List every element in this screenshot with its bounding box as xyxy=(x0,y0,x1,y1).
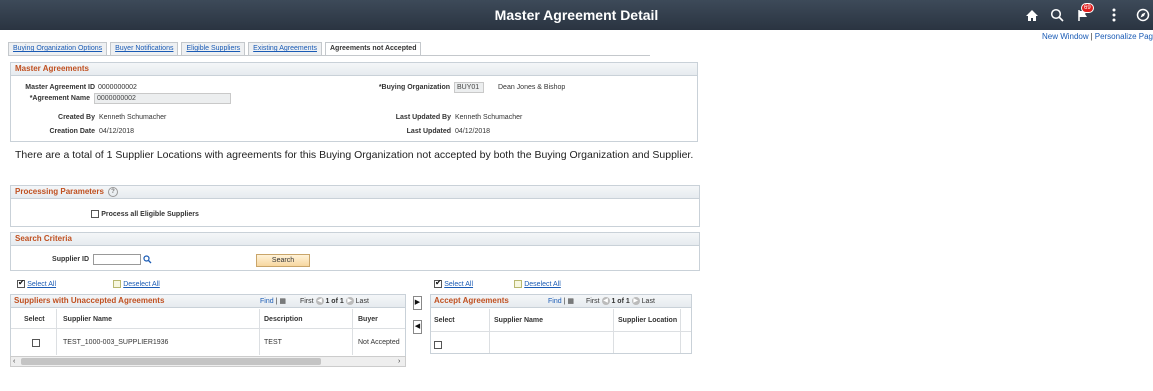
new-window-link[interactable]: New Window xyxy=(1042,32,1089,41)
select-all-checkbox-right[interactable] xyxy=(434,278,442,288)
left-first-label[interactable]: First xyxy=(300,298,314,305)
left-header-divider xyxy=(11,328,405,329)
right-grid-title: Accept Agreements xyxy=(434,296,509,305)
process-all-checkbox[interactable] xyxy=(91,209,99,218)
last-updated-by-value: Kenneth Schumacher xyxy=(455,114,523,121)
left-col-description: Description xyxy=(264,316,303,323)
master-agreements-header: Master Agreements xyxy=(10,62,698,76)
right-view-all-icon[interactable]: ▦ xyxy=(567,298,574,305)
process-all-label: Process all Eligible Suppliers xyxy=(101,211,199,218)
right-find-separator: | xyxy=(563,298,566,305)
supplier-id-input[interactable] xyxy=(93,254,141,265)
left-col-supplier-name: Supplier Name xyxy=(63,316,113,323)
left-last-label[interactable]: Last xyxy=(356,298,369,305)
left-row-buyer: Not Accepted xyxy=(358,339,400,346)
created-by-label: Created By xyxy=(58,114,95,121)
left-col-divider-2 xyxy=(259,309,260,355)
select-all-checkbox-left[interactable] xyxy=(17,278,25,288)
buying-org-name: Dean Jones & Bishop xyxy=(498,84,566,91)
deselect-all-link-left[interactable]: Deselect All xyxy=(123,281,160,288)
page-links: New Window | Personalize Pag xyxy=(1042,32,1153,41)
deselect-all-link-right[interactable]: Deselect All xyxy=(524,281,561,288)
left-row-select-checkbox[interactable] xyxy=(32,338,40,347)
navbar-compass-icon[interactable] xyxy=(1133,6,1153,24)
info-message: There are a total of 1 Supplier Location… xyxy=(15,149,694,161)
move-right-arrow-icon[interactable]: ▶ xyxy=(413,296,422,310)
creation-date-value: 04/12/2018 xyxy=(99,128,135,135)
right-grid-navigation: Find | ▦ First ◀ 1 of 1 ▶ Last xyxy=(548,297,655,306)
right-first-label[interactable]: First xyxy=(586,298,600,305)
right-col-supplier-location: Supplier Location xyxy=(618,317,678,324)
left-select-all[interactable]: Select All xyxy=(17,278,56,288)
search-icon[interactable] xyxy=(1047,6,1067,24)
more-vertical-icon[interactable] xyxy=(1104,6,1124,24)
buying-org-code-field[interactable]: BUY01 xyxy=(454,82,484,93)
left-col-buyer: Buyer xyxy=(358,316,378,323)
right-last-label[interactable]: Last xyxy=(642,298,655,305)
deselect-all-checkbox-right[interactable] xyxy=(514,279,522,288)
right-row-select-checkbox[interactable] xyxy=(434,340,442,349)
tab-divider xyxy=(8,55,650,56)
page-title: Master Agreement Detail xyxy=(494,7,659,23)
right-deselect-all[interactable]: Deselect All xyxy=(514,279,561,288)
notification-count-badge: 69 xyxy=(1081,3,1094,13)
left-prev-icon[interactable]: ◀ xyxy=(315,297,324,306)
personalize-page-link[interactable]: Personalize Pag xyxy=(1095,32,1153,41)
right-find-link[interactable]: Find xyxy=(548,298,562,305)
tab-eligible-suppliers[interactable]: Eligible Suppliers xyxy=(181,42,246,55)
search-button[interactable]: Search xyxy=(256,254,310,267)
left-col-divider-1 xyxy=(56,309,57,355)
right-next-icon[interactable]: ▶ xyxy=(631,297,640,306)
right-col-select: Select xyxy=(434,317,455,324)
left-row-description: TEST xyxy=(264,339,282,346)
left-range: 1 of 1 xyxy=(325,298,344,305)
left-row-supplier-name: TEST_1000-003_SUPPLIER1936 xyxy=(63,339,169,346)
deselect-all-checkbox-left[interactable] xyxy=(113,279,121,288)
left-find-link[interactable]: Find xyxy=(260,298,274,305)
left-view-all-icon[interactable]: ▦ xyxy=(279,298,286,305)
scroll-right-icon[interactable]: › xyxy=(398,358,400,365)
supplier-id-label: Supplier ID xyxy=(52,256,89,263)
agreement-id-label: Master Agreement ID xyxy=(25,84,95,91)
select-all-link-left[interactable]: Select All xyxy=(27,281,56,288)
last-updated-label: Last Updated xyxy=(406,128,451,135)
right-select-all[interactable]: Select All xyxy=(434,278,473,288)
tab-buyer-notifications[interactable]: Buyer Notifications xyxy=(110,42,179,55)
agreement-name-label: *Agreement Name xyxy=(29,95,90,102)
left-grid-title: Suppliers with Unaccepted Agreements xyxy=(14,296,165,305)
tab-existing-agreements[interactable]: Existing Agreements xyxy=(248,42,322,55)
left-next-icon[interactable]: ▶ xyxy=(345,297,354,306)
agreement-name-field[interactable]: 0000000002 xyxy=(94,93,231,104)
last-updated-value: 04/12/2018 xyxy=(455,128,491,135)
processing-parameters-header: Processing Parameters? xyxy=(10,185,700,199)
right-col-supplier-name: Supplier Name xyxy=(494,317,544,324)
select-all-link-right[interactable]: Select All xyxy=(444,281,473,288)
scrollbar-thumb[interactable] xyxy=(21,358,321,365)
home-icon[interactable] xyxy=(1022,6,1042,24)
lookup-search-icon[interactable] xyxy=(143,255,152,266)
process-all-row: Process all Eligible Suppliers xyxy=(91,209,199,218)
left-deselect-all[interactable]: Deselect All xyxy=(113,279,160,288)
notification-flag-icon[interactable]: 69 xyxy=(1073,3,1094,24)
page-tabs: Buying Organization Options Buyer Notifi… xyxy=(8,42,424,56)
tab-buying-organization-options[interactable]: Buying Organization Options xyxy=(8,42,108,55)
creation-date-label: Creation Date xyxy=(49,128,95,135)
tab-agreements-not-accepted[interactable]: Agreements not Accepted xyxy=(324,42,422,56)
processing-parameters-title: Processing Parameters xyxy=(15,187,104,196)
scroll-left-icon[interactable]: ‹ xyxy=(13,358,15,365)
search-criteria-header: Search Criteria xyxy=(10,232,700,246)
right-prev-icon[interactable]: ◀ xyxy=(601,297,610,306)
created-by-value: Kenneth Schumacher xyxy=(99,114,167,121)
right-header-divider xyxy=(431,331,691,332)
agreement-id-value: 0000000002 xyxy=(98,84,137,91)
help-icon[interactable]: ? xyxy=(107,186,118,197)
left-col-select: Select xyxy=(24,316,45,323)
last-updated-by-label: Last Updated By xyxy=(395,114,451,121)
buying-org-label: *Buying Organization xyxy=(378,84,450,91)
left-find-separator: | xyxy=(275,298,278,305)
left-grid-navigation: Find | ▦ First ◀ 1 of 1 ▶ Last xyxy=(260,297,369,306)
left-col-divider-3 xyxy=(352,309,353,355)
move-left-arrow-icon[interactable]: ◀ xyxy=(413,320,422,334)
right-range: 1 of 1 xyxy=(611,298,630,305)
